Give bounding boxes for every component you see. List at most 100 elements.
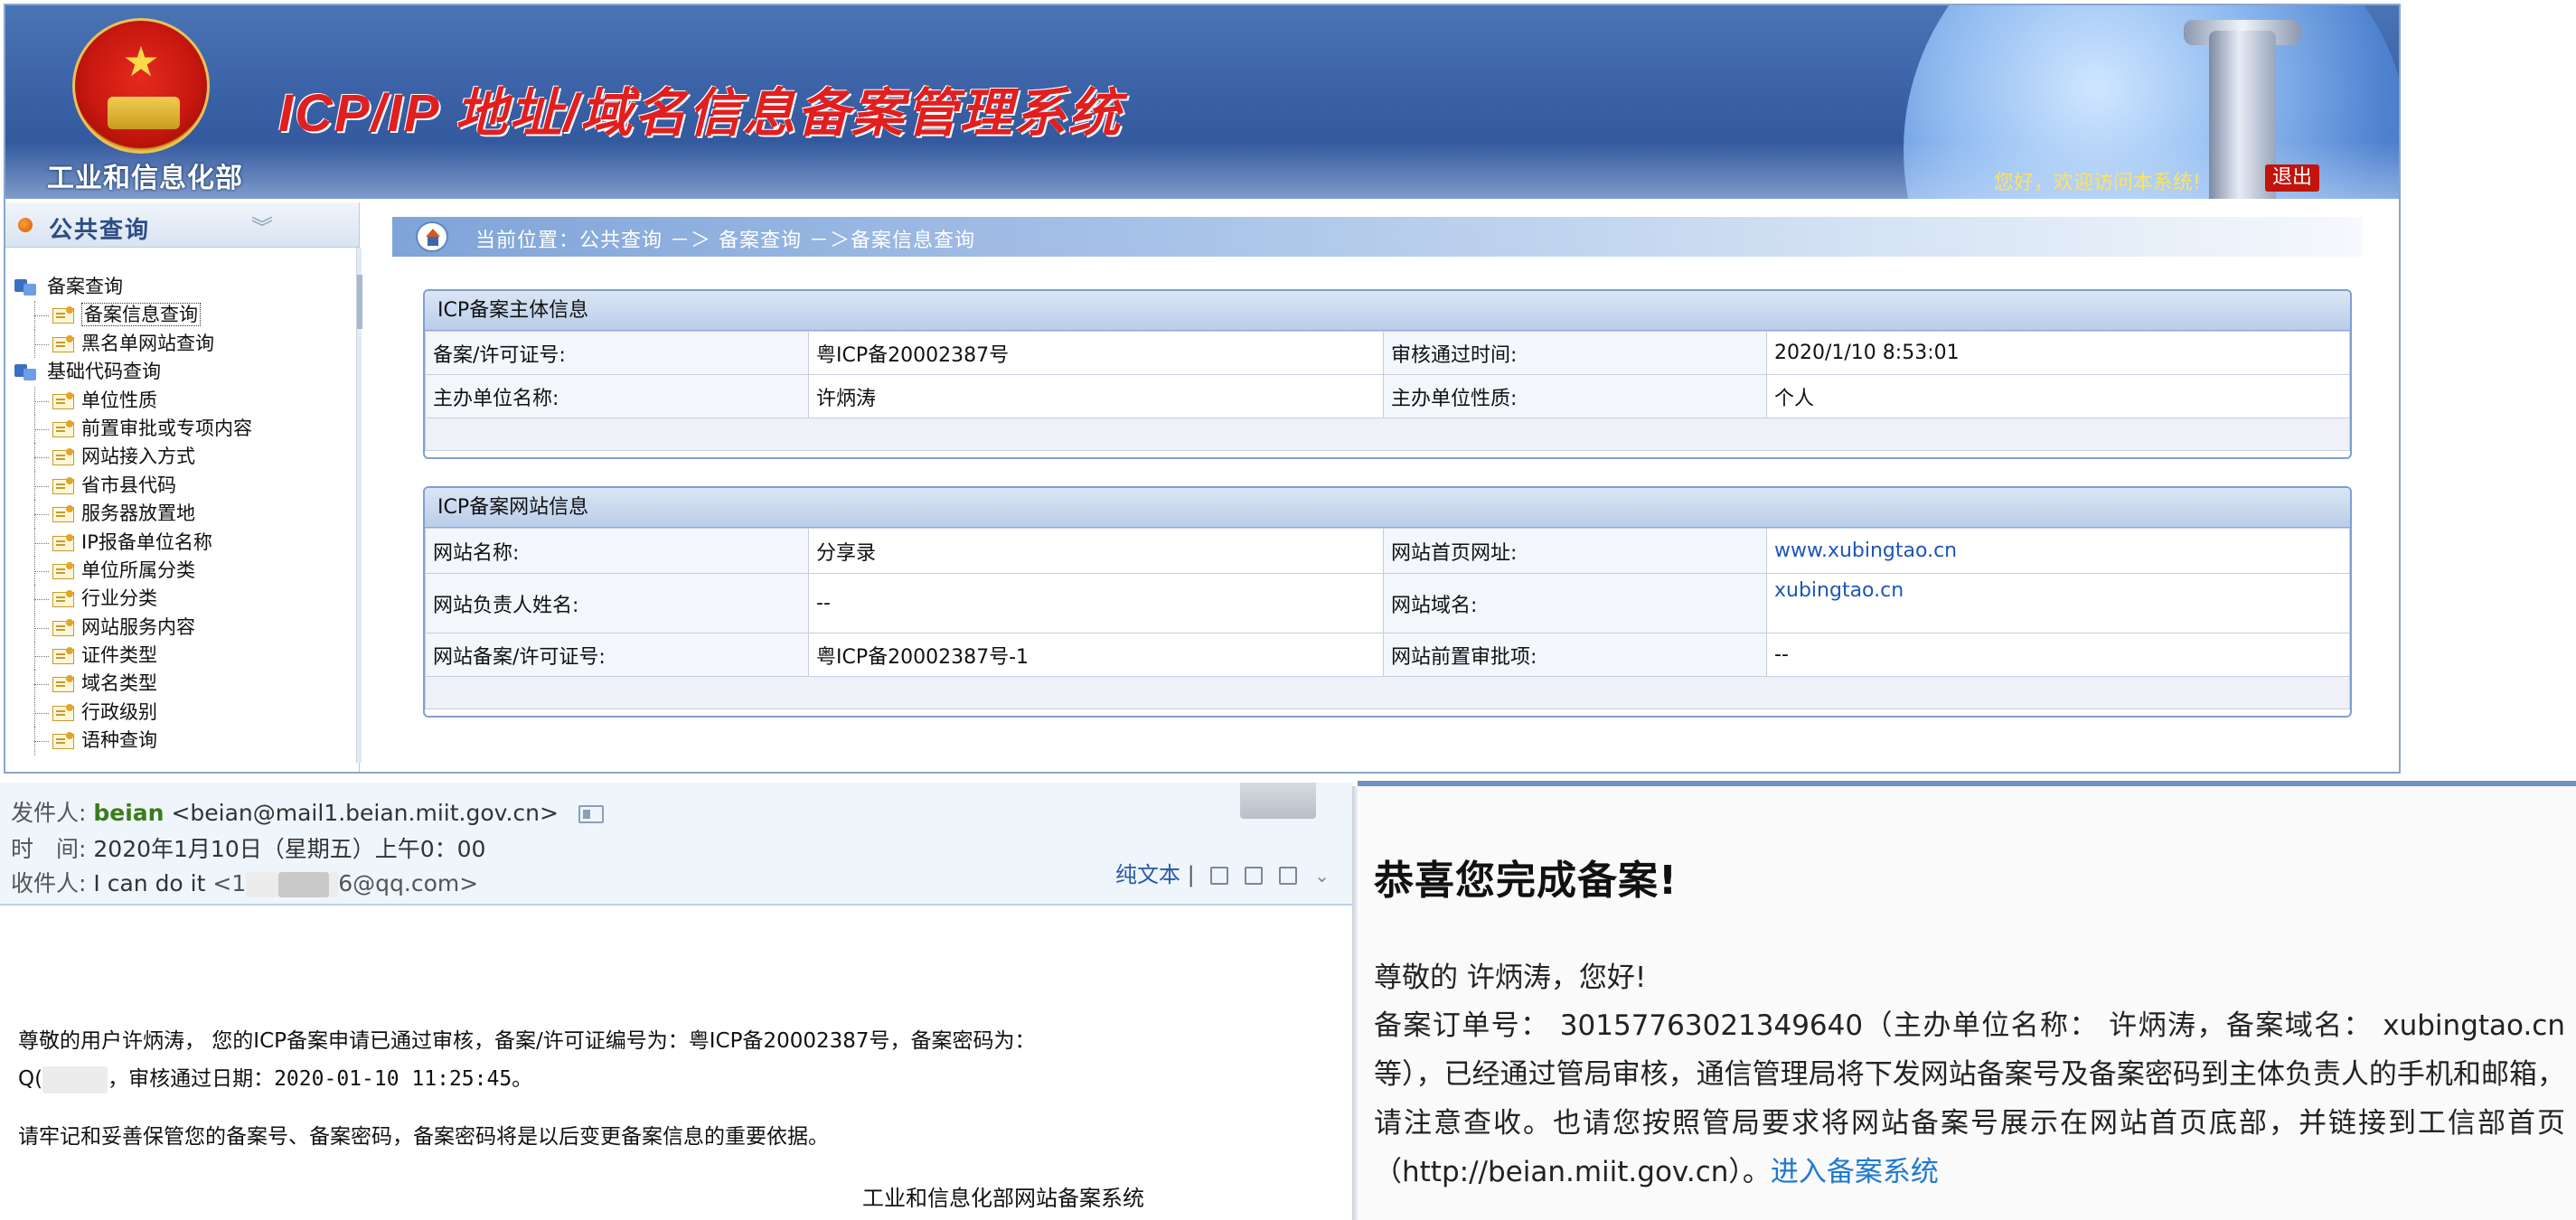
- table-row: 网站负责人姓名: -- 网站域名: xubingtao.cn: [425, 573, 2350, 633]
- document-icon: [52, 334, 74, 352]
- congrats-greeting: 尊敬的 许炳涛，您好!: [1374, 962, 1647, 994]
- system-title: ICP/IP 地址/域名信息备案管理系统: [278, 84, 1123, 143]
- subject-info-panel: ICP备案主体信息 备案/许可证号: 粤ICP备20002387号 审核通过时间…: [423, 289, 2352, 459]
- document-icon: [52, 590, 74, 608]
- sidebar-item[interactable]: 省市县代码: [14, 471, 252, 501]
- sender-address: <beian@mail1.beian.miit.gov.cn>: [171, 800, 559, 826]
- document-icon: [52, 533, 74, 551]
- view-source-icon[interactable]: [1210, 867, 1229, 885]
- redacted-block: [246, 872, 279, 897]
- email-body-line: Q(，审核通过日期：2020-01-10 11:25:45。: [18, 1061, 532, 1093]
- congrats-page: 恭喜您完成备案! 尊敬的 许炳涛，您好! 备案订单号： 301577630213…: [1358, 786, 2576, 1220]
- congrats-title: 恭喜您完成备案!: [1374, 858, 1678, 904]
- home-icon[interactable]: [416, 221, 448, 252]
- recipient-label: 收件人:: [11, 870, 87, 896]
- sidebar-item[interactable]: 单位性质: [14, 386, 252, 416]
- collapse-chevron-icon[interactable]: ︾: [251, 210, 273, 241]
- sidebar-item[interactable]: 域名类型: [14, 670, 252, 699]
- time-value: 2020年1月10日（星期五）上午0：00: [93, 836, 486, 862]
- chevron-down-icon[interactable]: ⌄: [1314, 865, 1330, 887]
- field-label: 主办单位名称:: [425, 374, 809, 418]
- contact-card-icon[interactable]: [578, 805, 604, 823]
- field-label: 网站前置审批项:: [1383, 633, 1767, 677]
- field-value: 分享录: [808, 528, 1384, 574]
- toolbar-separator: |: [1187, 862, 1195, 887]
- enter-filing-system-link[interactable]: 进入备案系统: [1771, 1156, 1939, 1188]
- sender-row: 发件人: beian <beian@mail1.beian.miit.gov.c…: [11, 795, 604, 828]
- table-row: 网站备案/许可证号: 粤ICP备20002387号-1 网站前置审批项: --: [425, 633, 2350, 677]
- save-icon[interactable]: [1245, 867, 1264, 885]
- sidebar-group-filing-query[interactable]: 备案查询: [14, 273, 252, 301]
- redacted-block: [278, 872, 330, 897]
- miit-url: http://beian.miit.gov.cn: [1402, 1156, 1729, 1188]
- field-value: 粤ICP备20002387号-1: [808, 633, 1384, 677]
- sidebar-group-label: 基础代码查询: [47, 361, 161, 383]
- breadcrumb: 当前位置：公共查询 －＞ 备案查询 －＞备案信息查询: [392, 217, 2363, 257]
- sidebar-item-label: 网站服务内容: [81, 615, 195, 638]
- sidebar-title: 公共查询: [49, 217, 151, 244]
- ministry-name: 工业和信息化部: [47, 163, 243, 194]
- field-label: 网站负责人姓名:: [425, 573, 809, 633]
- sidebar-item-filing-info-query[interactable]: 备案信息查询: [14, 301, 252, 331]
- sidebar-group-label: 备案查询: [47, 276, 123, 297]
- print-icon[interactable]: [1278, 867, 1297, 885]
- field-value-cell: www.xubingtao.cn: [1766, 528, 2350, 574]
- folder-group-icon: [14, 364, 38, 381]
- sidebar-item-label: 服务器放置地: [81, 502, 195, 525]
- email-body-line: 尊敬的用户许炳涛， 您的ICP备案申请已通过审核，备案/许可证编号为：粤ICP备…: [18, 1029, 1036, 1053]
- redacted-password: [42, 1065, 108, 1093]
- sidebar-tree: 备案查询 备案信息查询 黑名单网站查询 基础代码查询 单位性质 前置审批或专项内…: [14, 273, 252, 756]
- sidebar-item-blacklist-query[interactable]: 黑名单网站查询: [14, 329, 252, 359]
- document-icon: [52, 647, 74, 665]
- scrollbar-thumb[interactable]: [357, 275, 362, 329]
- sidebar-item[interactable]: 单位所属分类: [14, 556, 252, 586]
- recipient-row: 收件人: I can do it <1 6@qq.com>: [11, 866, 478, 898]
- sidebar-item-label: 行业分类: [81, 587, 157, 610]
- table-row-empty: [425, 676, 2350, 709]
- sidebar-item-label: 证件类型: [81, 644, 157, 667]
- sidebar-item[interactable]: 行业分类: [14, 585, 252, 615]
- field-value: 许炳涛: [808, 374, 1384, 418]
- panel-heading: ICP备案主体信息: [425, 291, 2350, 331]
- sidebar-group-basic-code-query[interactable]: 基础代码查询: [14, 358, 252, 386]
- logout-button[interactable]: 退出: [2265, 164, 2319, 192]
- document-icon: [52, 476, 74, 494]
- panel-heading: ICP备案网站信息: [425, 488, 2350, 528]
- table-row-empty: [425, 418, 2350, 451]
- breadcrumb-text: 当前位置：公共查询 －＞ 备案查询 －＞备案信息查询: [475, 230, 975, 252]
- sidebar-item[interactable]: 前置审批或专项内容: [14, 414, 252, 444]
- time-row: 时 间: 2020年1月10日（星期五）上午0：00: [11, 831, 485, 864]
- sidebar-item-label: 省市县代码: [81, 474, 176, 496]
- sidebar-item[interactable]: 语种查询: [14, 727, 252, 756]
- domain-link[interactable]: xubingtao.cn: [1774, 579, 1904, 602]
- email-header: 发件人: beian <beian@mail1.beian.miit.gov.c…: [0, 783, 1352, 906]
- welcome-greeting: 您好，欢迎访问本系统!: [1994, 172, 2201, 194]
- plain-text-button[interactable]: 纯文本: [1115, 862, 1180, 887]
- main-content: 当前位置：公共查询 －＞ 备案查询 －＞备案信息查询 ICP备案主体信息 备案/…: [367, 202, 2399, 772]
- sidebar-item[interactable]: 行政级别: [14, 698, 252, 727]
- document-icon: [52, 448, 74, 466]
- sender-name[interactable]: beian: [93, 800, 164, 826]
- sidebar-item-label: IP报备单位名称: [81, 530, 212, 553]
- sidebar-scrollbar[interactable]: [356, 248, 362, 763]
- sidebar-header[interactable]: 公共查询 ︾: [5, 202, 359, 248]
- homepage-url-link[interactable]: www.xubingtao.cn: [1774, 540, 1957, 562]
- sidebar-item[interactable]: 网站接入方式: [14, 443, 252, 473]
- sidebar-item-label: 语种查询: [81, 729, 157, 752]
- document-icon: [52, 703, 74, 721]
- sidebar-item[interactable]: IP报备单位名称: [14, 528, 252, 558]
- document-icon: [52, 732, 74, 750]
- sidebar-item-label: 网站接入方式: [81, 446, 195, 468]
- empty-cell: [425, 418, 2350, 451]
- recipient-address-suffix: 6@qq.com>: [338, 870, 479, 896]
- recipient-name[interactable]: I can do it: [93, 870, 205, 896]
- field-value: 粤ICP备20002387号: [808, 331, 1384, 375]
- field-label: 主办单位性质:: [1383, 374, 1767, 418]
- password-prefix: Q(: [18, 1067, 43, 1091]
- sidebar: 公共查询 ︾ 备案查询 备案信息查询 黑名单网站查询 基础代码查询 单位性质 前…: [5, 202, 362, 772]
- table-row: 网站名称: 分享录 网站首页网址: www.xubingtao.cn: [425, 528, 2350, 574]
- sidebar-item[interactable]: 证件类型: [14, 642, 252, 671]
- national-emblem-icon: ★: [72, 18, 210, 154]
- sidebar-item[interactable]: 服务器放置地: [14, 500, 252, 529]
- sidebar-item[interactable]: 网站服务内容: [14, 613, 252, 643]
